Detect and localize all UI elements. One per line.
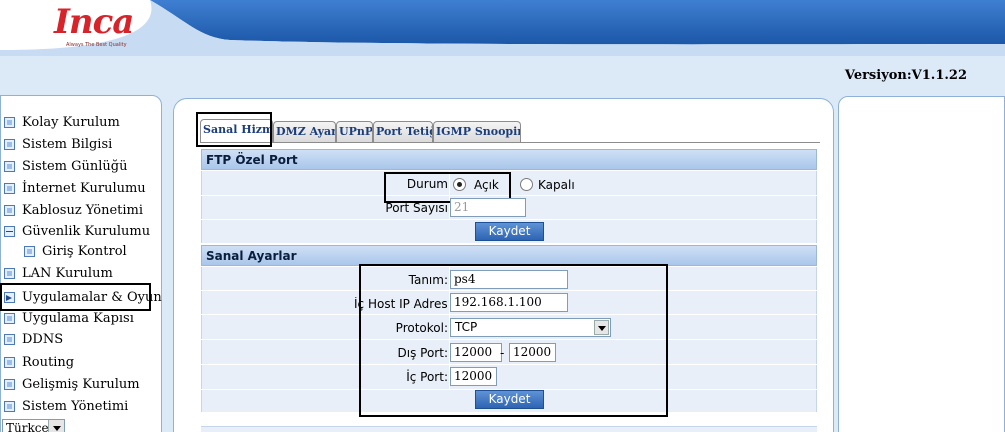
nav-bullet-icon [4, 378, 15, 390]
virtual-section-title: Sanal Ayarlar [201, 245, 817, 266]
brand-text: Inca [54, 2, 134, 42]
language-value: Türkçe [6, 421, 49, 432]
sidebar-item-sistem-yonetimi[interactable]: Sistem Yönetimi [0, 396, 128, 416]
right-panel [838, 96, 1005, 432]
inca-logo: Inca Always The Best Quality [52, 2, 152, 50]
ftp-port-input[interactable]: 21 [450, 198, 526, 217]
nav-bullet-icon [4, 267, 15, 279]
sidebar-item-label: Sistem Bilgisi [22, 136, 113, 152]
sidebar-item-label: LAN Kurulum [22, 265, 113, 281]
sidebar-item-label: Güvenlik Kurulumu [22, 223, 151, 239]
tab-port-tetigi[interactable]: Port Tetiği [373, 121, 433, 143]
collapse-icon [4, 225, 15, 237]
sidebar-item-label: DDNS [22, 331, 64, 347]
sidebar-item-label: Uygulama Kapısı [22, 310, 134, 326]
sidebar-item-giris-kontrol[interactable]: Giriş Kontrol [20, 241, 127, 261]
sidebar-item-label: Kolay Kurulum [22, 114, 120, 130]
ftp-status-off-radio[interactable] [520, 178, 533, 191]
nav-bullet-icon [4, 333, 15, 345]
nav-bullet-icon [24, 245, 35, 257]
ftp-status-off-label: Kapalı [538, 178, 575, 192]
active-tab-highlight [196, 112, 272, 147]
sidebar-item-gelismis-kurulum[interactable]: Gelişmiş Kurulum [0, 374, 140, 394]
sidebar-item-sistem-bilgisi[interactable]: Sistem Bilgisi [0, 134, 112, 154]
sidebar-item-label: İnternet Kurulumu [22, 180, 146, 196]
sidebar-item-label: Gelişmiş Kurulum [22, 376, 140, 392]
active-item-highlight [0, 283, 151, 311]
tab-igmp-snooping[interactable]: IGMP Snooping [433, 121, 521, 143]
sidebar-item-kolay-kurulum[interactable]: Kolay Kurulum [0, 112, 120, 132]
language-select[interactable]: Türkçe [2, 419, 65, 432]
header-bar: Inca Always The Best Quality [0, 0, 1005, 56]
sidebar-item-sistem-gunlugu[interactable]: Sistem Günlüğü [0, 156, 127, 176]
sidebar-item-uygulama-kapisi[interactable]: Uygulama Kapısı [0, 308, 134, 328]
sidebar-item-routing[interactable]: Routing [0, 352, 74, 372]
row-divider [201, 219, 817, 220]
sidebar-item-label: Giriş Kontrol [42, 243, 127, 259]
sidebar-item-label: Sistem Yönetimi [22, 398, 129, 414]
virtual-form-highlight [359, 264, 668, 417]
nav-bullet-icon [4, 160, 15, 172]
sidebar-item-label: Sistem Günlüğü [22, 158, 128, 174]
tab-upnp[interactable]: UPnP [336, 121, 373, 143]
sidebar-item-label: Routing [22, 354, 75, 370]
nav-bullet-icon [4, 356, 15, 368]
nav-bullet-icon [4, 312, 15, 324]
sidebar-item-ddns[interactable]: DDNS [0, 329, 63, 349]
nav-bullet-icon [4, 116, 15, 128]
sidebar-item-kablosuz-yonetimi[interactable]: Kablosuz Yönetimi [0, 200, 143, 220]
brand-tagline: Always The Best Quality [66, 42, 127, 48]
sidebar-item-internet-kurulumu[interactable]: İnternet Kurulumu [0, 178, 146, 198]
ftp-save-button[interactable]: Kaydet [475, 222, 544, 241]
tab-dmz-ayar[interactable]: DMZ Ayar [273, 121, 336, 143]
version-text: Versiyon:V1.1.22 [844, 68, 967, 83]
ftp-port-label: Port Sayısı [385, 201, 448, 215]
sidebar-item-lan-kurulum[interactable]: LAN Kurulum [0, 263, 113, 283]
nav-bullet-icon [4, 204, 15, 216]
nav-bullet-icon [4, 138, 15, 150]
sidebar-item-label: Kablosuz Yönetimi [22, 202, 144, 218]
nav-bullet-icon [4, 182, 15, 194]
table-row [201, 426, 817, 432]
ftp-section-title: FTP Özel Port [201, 149, 817, 170]
nav-bullet-icon [4, 400, 15, 412]
chevron-down-icon [48, 420, 64, 432]
tab-baseline [200, 142, 820, 143]
sidebar-item-guvenlik-kurulumu[interactable]: Güvenlik Kurulumu [0, 221, 150, 241]
